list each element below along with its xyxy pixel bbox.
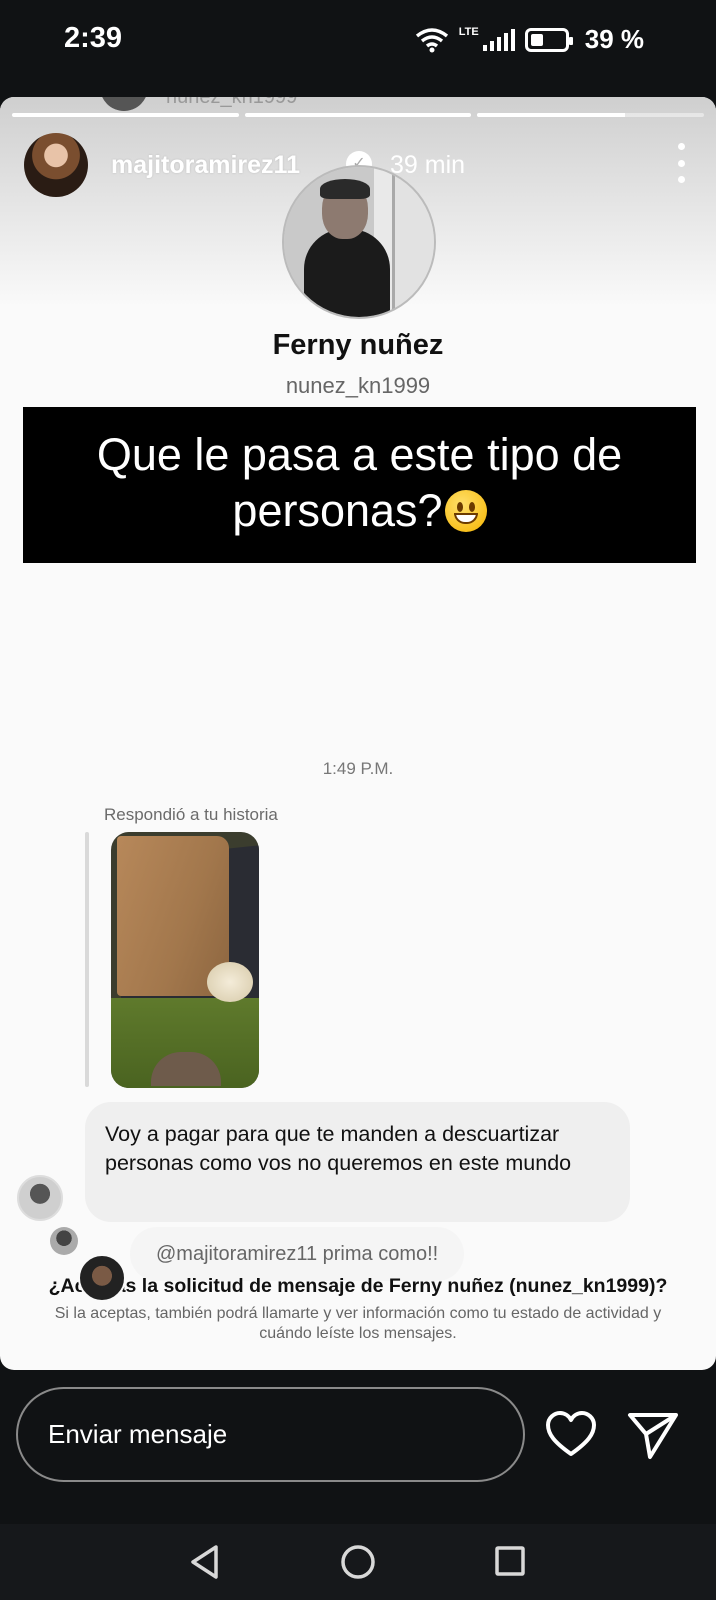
battery-icon xyxy=(524,27,573,52)
overlay-text-line1: Que le pasa a este tipo de xyxy=(96,429,623,480)
screenshot-previous-user: nunez_kn1999 xyxy=(100,97,297,111)
signal-icon xyxy=(482,28,515,51)
status-icons: LTE 39 % xyxy=(415,24,644,55)
overlay-text-line2-wrap: personas? xyxy=(23,483,696,539)
author-avatar[interactable] xyxy=(24,133,88,197)
grinning-emoji-icon xyxy=(444,490,487,532)
replied-to-story-label: Respondió a tu historia xyxy=(104,805,278,824)
sender-profile-handle: nunez_kn1999 xyxy=(285,373,431,398)
progress-segment xyxy=(12,113,239,117)
story-text-overlay: Que le pasa a este tipo de personas? xyxy=(23,407,696,563)
sender-profile-picture xyxy=(282,165,436,319)
message-request-subtitle: Si la aceptas, también podrá llamarte y … xyxy=(54,1305,662,1342)
more-options-icon[interactable] xyxy=(676,143,686,183)
status-time: 2:39 xyxy=(64,22,123,54)
overlay-text-line2: personas? xyxy=(232,485,443,536)
system-navigation-bar xyxy=(0,1524,716,1600)
send-message-placeholder: Enviar mensaje xyxy=(48,1419,228,1449)
reply-indicator-bar xyxy=(85,832,89,1087)
author-username[interactable]: majitoramirez11 xyxy=(111,151,300,180)
message-timestamp: 1:49 P.M. xyxy=(322,759,394,778)
replied-story-thumbnail xyxy=(111,832,259,1088)
story-progress xyxy=(12,113,705,117)
recents-square-icon[interactable] xyxy=(494,1545,526,1577)
message-sender-avatar xyxy=(17,1175,63,1221)
send-message-input[interactable]: Enviar mensaje xyxy=(16,1387,525,1482)
story-mention-reply: @majitoramirez11 prima como!! xyxy=(130,1227,465,1281)
previous-user-avatar xyxy=(100,97,148,111)
overlapping-avatar xyxy=(78,1254,126,1302)
progress-segment xyxy=(244,113,472,117)
story-card[interactable]: nunez_kn1999 majitoramirez11 ✓ 39 min Fe… xyxy=(0,97,716,1370)
reply-sender-avatar xyxy=(50,1227,78,1255)
battery-percent: 39 % xyxy=(584,24,644,54)
sender-profile-name: Ferny nuñez xyxy=(272,329,444,361)
back-triangle-icon[interactable] xyxy=(188,1544,222,1580)
send-icon[interactable] xyxy=(626,1408,680,1462)
home-circle-icon[interactable] xyxy=(340,1544,376,1580)
network-type: LTE xyxy=(458,25,479,38)
message-bubble: Voy a pagar para que te manden a descuar… xyxy=(85,1102,630,1222)
story-viewer-screen: 2:39 LTE 39 % nunez_kn1999 xyxy=(0,0,716,1600)
wifi-icon xyxy=(415,27,448,52)
progress-segment xyxy=(477,113,705,117)
status-bar: 2:39 LTE 39 % xyxy=(0,0,716,72)
previous-username: nunez_kn1999 xyxy=(166,97,297,109)
heart-icon[interactable] xyxy=(544,1408,598,1462)
